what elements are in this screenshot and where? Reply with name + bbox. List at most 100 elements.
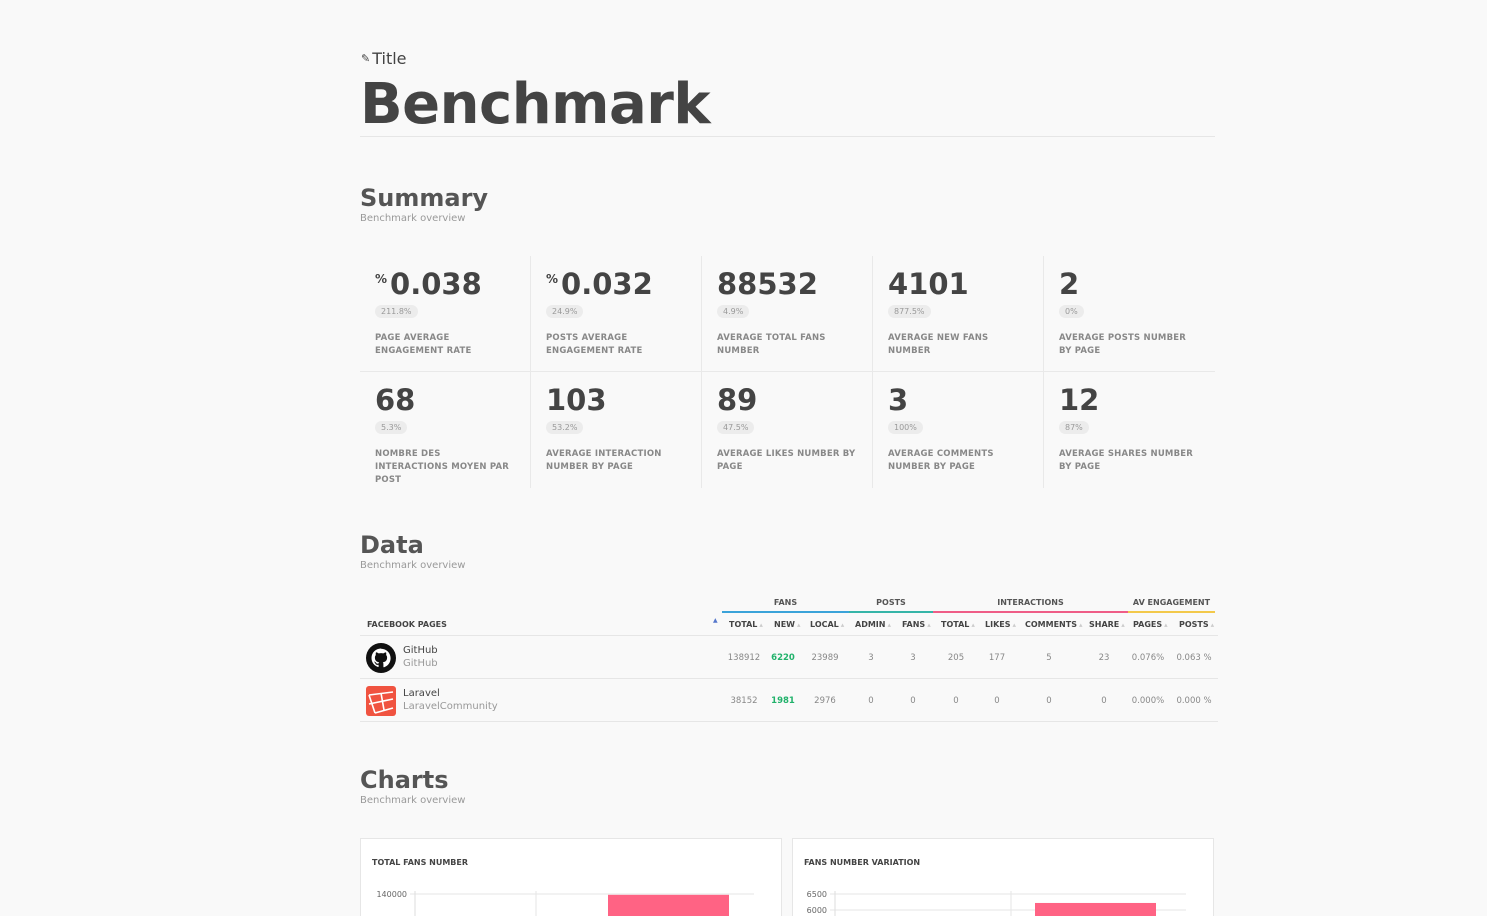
sort-icon[interactable]: ▴ bbox=[797, 621, 801, 629]
sort-icon[interactable]: ▴ bbox=[841, 621, 845, 629]
column-header-label: FACEBOOK PAGES bbox=[367, 620, 447, 629]
column-header-label: COMMENTS bbox=[1025, 620, 1077, 629]
chart-card-total-fans: TOTAL FANS NUMBER 140000 bbox=[360, 838, 782, 916]
column-header[interactable]: ADMIN ▴ bbox=[855, 620, 891, 629]
kpi-label: AVERAGE SHARES NUMBER BY PAGE bbox=[1059, 449, 1194, 473]
title-edit-label: Title bbox=[372, 49, 407, 68]
table-row[interactable]: Laravel LaravelCommunity 38152 1981 2976 0 0 0 0… bbox=[360, 679, 1218, 722]
bar-github bbox=[608, 894, 729, 916]
kpi-number: 0.038 bbox=[390, 267, 482, 301]
kpi-card: 4101 877.5% AVERAGE NEW FANS NUMBER bbox=[873, 256, 1044, 372]
table-cell: 5 bbox=[1046, 653, 1052, 663]
group-posts: POSTS bbox=[849, 595, 933, 613]
column-header[interactable]: NEW ▴ bbox=[774, 620, 801, 629]
sort-icon[interactable]: ▴ bbox=[1079, 621, 1083, 629]
sort-icon[interactable]: ▴ bbox=[759, 621, 763, 629]
kpi-value: 89 bbox=[717, 386, 858, 415]
kpi-card: 103 53.2% AVERAGE INTERACTION NUMBER BY PA… bbox=[531, 372, 702, 488]
column-header[interactable]: POSTS ▴ bbox=[1179, 620, 1214, 629]
kpi-change-badge: 47.5% bbox=[717, 421, 755, 434]
column-header[interactable]: FANS ▴ bbox=[902, 620, 931, 629]
table-cell: 0.063 % bbox=[1176, 653, 1212, 663]
column-header-label: TOTAL bbox=[729, 620, 758, 629]
laravel-icon bbox=[366, 686, 396, 716]
table-cell: 0.000 % bbox=[1176, 696, 1212, 706]
column-header-label: LOCAL bbox=[810, 620, 839, 629]
page-handle: LaravelCommunity bbox=[403, 701, 498, 712]
bar-github bbox=[1035, 902, 1156, 916]
kpi-number: 12 bbox=[1059, 383, 1100, 417]
column-header-label: NEW bbox=[774, 620, 795, 629]
data-subtitle: Benchmark overview bbox=[360, 560, 466, 571]
fans-variation-chart: 6500 6000 bbox=[807, 890, 1186, 916]
charts-title: Charts bbox=[360, 766, 449, 794]
kpi-change-badge: 87% bbox=[1059, 421, 1089, 434]
kpi-number: 0.032 bbox=[561, 267, 653, 301]
pencil-icon: ✎ bbox=[361, 52, 371, 65]
page-handle: GitHub bbox=[403, 658, 438, 669]
benchmark-table: FANS POSTS INTERACTIONS AV ENGAGEMENT ▲ … bbox=[360, 595, 1218, 722]
kpi-change-badge: 53.2% bbox=[546, 421, 584, 434]
kpi-change-badge: 24.9% bbox=[546, 305, 584, 318]
column-header[interactable]: PAGES ▴ bbox=[1133, 620, 1168, 629]
sort-icon[interactable]: ▴ bbox=[1211, 621, 1215, 629]
kpi-label: AVERAGE LIKES NUMBER BY PAGE bbox=[717, 449, 856, 473]
summary-title: Summary bbox=[360, 184, 489, 212]
column-header[interactable]: COMMENTS ▴ bbox=[1025, 620, 1083, 629]
column-header-label: LIKES bbox=[985, 620, 1011, 629]
table-row[interactable]: GitHub GitHub 138912 6220 23989 3 3 205 177 5 23 0.… bbox=[360, 636, 1218, 679]
kpi-number: 2 bbox=[1059, 267, 1080, 301]
column-header-label: ADMIN bbox=[855, 620, 886, 629]
column-header-label: FANS bbox=[902, 620, 926, 629]
kpi-grid: % 0.038 211.8% PAGE AVERAGE ENGAGEMENT RATE… bbox=[360, 256, 1215, 488]
kpi-card: 88532 4.9% AVERAGE TOTAL FANS NUMBER bbox=[702, 256, 873, 372]
kpi-change-badge: 4.9% bbox=[717, 305, 750, 318]
column-header-label: PAGES bbox=[1133, 620, 1163, 629]
column-header-page: FACEBOOK PAGES bbox=[367, 620, 447, 629]
column-header[interactable]: LIKES ▴ bbox=[985, 620, 1016, 629]
sort-icon[interactable]: ▴ bbox=[1121, 621, 1125, 629]
sort-asc-icon[interactable]: ▲ bbox=[713, 617, 718, 624]
kpi-label: PAGE AVERAGE ENGAGEMENT RATE bbox=[375, 333, 472, 357]
kpi-value: 88532 bbox=[717, 270, 858, 299]
kpi-value: 3 bbox=[888, 386, 1029, 415]
column-header[interactable]: SHARE ▴ bbox=[1089, 620, 1125, 629]
sort-icon[interactable]: ▴ bbox=[887, 621, 891, 629]
title-edit-link[interactable]: ✎ Title bbox=[361, 49, 407, 68]
group-fans: FANS bbox=[722, 595, 849, 613]
sort-icon[interactable]: ▴ bbox=[1013, 621, 1017, 629]
kpi-number: 3 bbox=[888, 383, 909, 417]
y-tick-label: 6500 bbox=[807, 890, 827, 899]
page-title: Benchmark bbox=[360, 72, 711, 137]
kpi-number: 103 bbox=[546, 383, 607, 417]
charts-subtitle: Benchmark overview bbox=[360, 795, 466, 806]
kpi-label: AVERAGE TOTAL FANS NUMBER bbox=[717, 333, 826, 357]
table-cell: 0 bbox=[1046, 696, 1052, 706]
kpi-unit: % bbox=[375, 272, 388, 286]
page-name[interactable]: GitHub bbox=[403, 645, 438, 656]
kpi-label: POSTS AVERAGE ENGAGEMENT RATE bbox=[546, 333, 643, 357]
kpi-number: 68 bbox=[375, 383, 416, 417]
column-header[interactable]: LOCAL ▴ bbox=[810, 620, 844, 629]
kpi-value: % 0.038 bbox=[375, 270, 516, 299]
kpi-card: 12 87% AVERAGE SHARES NUMBER BY PAGE bbox=[1044, 372, 1215, 488]
kpi-number: 89 bbox=[717, 383, 758, 417]
table-column-header: ▲ FACEBOOK PAGES TOTAL ▴ NEW ▴ LOCAL ▴ ADMIN ▴ FA… bbox=[360, 613, 1218, 636]
column-header[interactable]: TOTAL ▴ bbox=[729, 620, 763, 629]
kpi-value: 103 bbox=[546, 386, 687, 415]
sort-icon[interactable]: ▴ bbox=[927, 621, 931, 629]
page-name[interactable]: Laravel bbox=[403, 688, 440, 699]
kpi-number: 88532 bbox=[717, 267, 818, 301]
chart-card-fans-variation: FANS NUMBER VARIATION 6500 6000 bbox=[792, 838, 1214, 916]
sort-icon[interactable]: ▴ bbox=[1164, 621, 1168, 629]
kpi-change-badge: 100% bbox=[888, 421, 923, 434]
kpi-label: NOMBRE DES INTERACTIONS MOYEN PAR POST bbox=[375, 449, 510, 486]
kpi-label: AVERAGE COMMENTS NUMBER BY PAGE bbox=[888, 449, 994, 473]
y-tick-label: 6000 bbox=[807, 906, 827, 915]
column-header[interactable]: TOTAL ▴ bbox=[941, 620, 975, 629]
column-header-label: TOTAL bbox=[941, 620, 970, 629]
kpi-change-badge: 5.3% bbox=[375, 421, 408, 434]
table-body: GitHub GitHub 138912 6220 23989 3 3 205 177 5 23 0.… bbox=[360, 636, 1218, 722]
kpi-unit: % bbox=[546, 272, 559, 286]
sort-icon[interactable]: ▴ bbox=[971, 621, 975, 629]
